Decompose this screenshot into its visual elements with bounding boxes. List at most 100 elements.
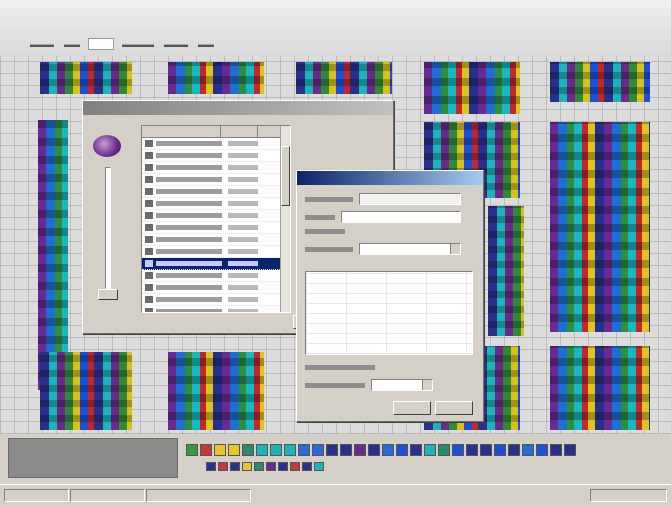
color-swatch[interactable]: [218, 462, 228, 471]
color-swatch[interactable]: [242, 444, 254, 456]
color-swatch[interactable]: [214, 444, 226, 456]
status-pane-mode: [70, 489, 145, 502]
tile-group[interactable]: [168, 352, 264, 430]
list-item[interactable]: [142, 246, 290, 258]
color-swatch[interactable]: [438, 444, 450, 456]
tile-group[interactable]: [424, 62, 520, 114]
item-value: [228, 285, 258, 290]
list-item[interactable]: [142, 186, 290, 198]
menu-item-2[interactable]: ▬▬: [62, 39, 82, 50]
tile-group[interactable]: [38, 120, 68, 390]
item-name: [156, 189, 222, 194]
tile-group[interactable]: [40, 352, 132, 430]
color-swatch[interactable]: [298, 444, 310, 456]
color-swatch[interactable]: [278, 462, 288, 471]
color-swatch[interactable]: [266, 462, 276, 471]
color-swatch[interactable]: [242, 462, 252, 471]
color-swatch[interactable]: [270, 444, 282, 456]
tile-group[interactable]: [296, 62, 392, 94]
color-swatch[interactable]: [410, 444, 422, 456]
color-swatch[interactable]: [186, 444, 198, 456]
list-item[interactable]: [142, 282, 290, 294]
color-swatch[interactable]: [396, 444, 408, 456]
color-swatch[interactable]: [230, 462, 240, 471]
color-swatch[interactable]: [206, 462, 216, 471]
list-item[interactable]: [142, 294, 290, 306]
color-swatch[interactable]: [284, 444, 296, 456]
cancel-button[interactable]: [435, 401, 473, 415]
list-item[interactable]: [142, 222, 290, 234]
list-item[interactable]: [142, 234, 290, 246]
text-field[interactable]: [359, 193, 461, 205]
item-list[interactable]: [141, 125, 291, 313]
list-item[interactable]: [142, 150, 290, 162]
color-swatch[interactable]: [200, 444, 212, 456]
color-swatch[interactable]: [508, 444, 520, 456]
color-swatch[interactable]: [480, 444, 492, 456]
item-value: [228, 273, 258, 278]
color-swatch[interactable]: [256, 444, 268, 456]
list-item[interactable]: [142, 198, 290, 210]
menu-bar: ▬▬▬ ▬▬ ▬▬▬▬ ▬▬▬ ▬▬: [0, 0, 671, 57]
color-swatch[interactable]: [452, 444, 464, 456]
item-icon: [145, 260, 153, 267]
properties-grid[interactable]: [305, 271, 473, 355]
tile-group[interactable]: [488, 206, 524, 336]
list-item[interactable]: [142, 306, 290, 312]
column-header-name[interactable]: [142, 126, 221, 137]
color-swatch[interactable]: [424, 444, 436, 456]
tile-group[interactable]: [168, 62, 264, 94]
color-swatch[interactable]: [314, 462, 324, 471]
field-row: [305, 211, 461, 223]
color-swatch[interactable]: [522, 444, 534, 456]
item-name: [156, 273, 222, 278]
color-swatch[interactable]: [302, 462, 312, 471]
volume-slider-thumb[interactable]: [98, 289, 118, 300]
scrollbar-thumb[interactable]: [281, 146, 290, 206]
menu-item-3[interactable]: ▬▬▬▬: [120, 39, 156, 50]
menu-item-4[interactable]: ▬▬▬: [162, 39, 190, 50]
properties-dialog-titlebar[interactable]: [297, 171, 483, 185]
tile-group[interactable]: [40, 62, 132, 94]
tile-group[interactable]: [550, 62, 650, 102]
color-swatch[interactable]: [536, 444, 548, 456]
color-swatch[interactable]: [290, 462, 300, 471]
item-name: [156, 165, 222, 170]
color-swatch[interactable]: [228, 444, 240, 456]
dropdown-select[interactable]: [371, 379, 433, 391]
list-item-selected[interactable]: [142, 258, 290, 270]
color-swatch[interactable]: [312, 444, 324, 456]
list-scrollbar[interactable]: [280, 126, 290, 312]
list-item[interactable]: [142, 138, 290, 150]
menu-item-1[interactable]: ▬▬▬: [28, 39, 56, 50]
tile-group[interactable]: [550, 122, 650, 332]
text-field[interactable]: [341, 211, 461, 223]
color-swatch[interactable]: [550, 444, 562, 456]
color-swatch[interactable]: [466, 444, 478, 456]
menu-item-5[interactable]: ▬▬: [196, 39, 216, 50]
list-item[interactable]: [142, 162, 290, 174]
list-header: [142, 126, 290, 138]
color-swatch[interactable]: [254, 462, 264, 471]
tile-group[interactable]: [550, 346, 650, 430]
preview-pad[interactable]: [8, 438, 178, 478]
color-swatch[interactable]: [368, 444, 380, 456]
color-swatch[interactable]: [354, 444, 366, 456]
list-dialog-titlebar[interactable]: [83, 101, 393, 115]
color-swatch[interactable]: [494, 444, 506, 456]
dropdown-select[interactable]: [359, 243, 461, 255]
menu-search-field[interactable]: [88, 38, 114, 50]
color-swatch[interactable]: [382, 444, 394, 456]
color-swatch[interactable]: [564, 444, 576, 456]
color-swatch[interactable]: [340, 444, 352, 456]
list-item[interactable]: [142, 174, 290, 186]
color-swatch[interactable]: [326, 444, 338, 456]
list-item[interactable]: [142, 270, 290, 282]
ok-button[interactable]: [393, 401, 431, 415]
color-swatch-row: [186, 444, 576, 456]
volume-slider-track[interactable]: [105, 167, 111, 289]
item-value: [228, 177, 258, 182]
column-header-value[interactable]: [221, 126, 258, 137]
list-item[interactable]: [142, 210, 290, 222]
status-pane-info: [146, 489, 251, 502]
